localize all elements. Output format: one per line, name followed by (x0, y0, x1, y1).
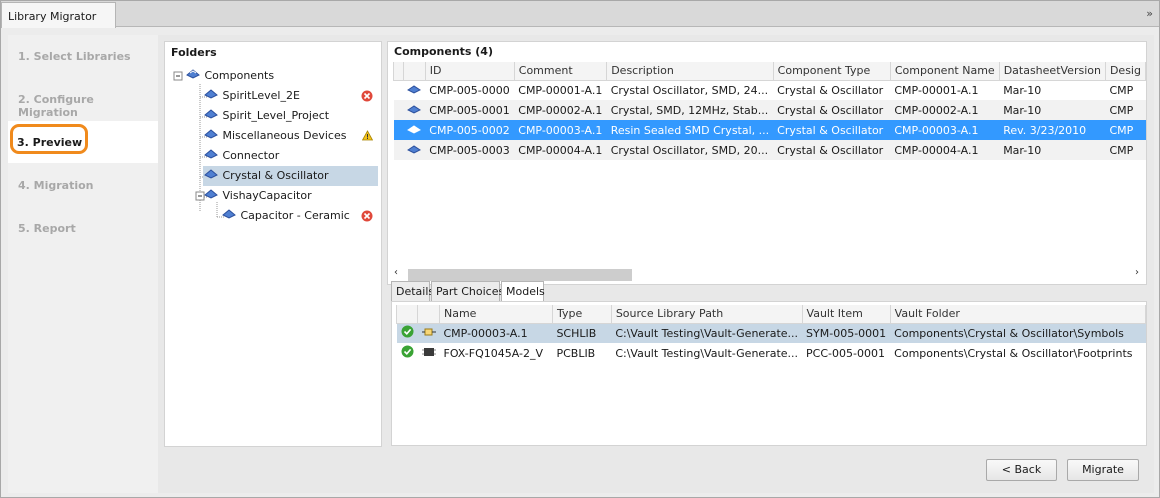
column-header-type[interactable]: Type (551, 305, 612, 324)
components-table: ID Comment Description Component Type Co… (393, 62, 1147, 160)
scroll-right-icon[interactable]: › (1135, 267, 1139, 278)
tree-item-miscellaneous-devices[interactable]: Miscellaneous Devices (203, 126, 346, 146)
component-folder-icon (203, 126, 219, 146)
table-row[interactable]: FOX-FQ1045A-2_V PCBLIB C:\Vault Testing\… (397, 343, 1146, 363)
column-header-vault-folder[interactable]: Vault Folder (889, 305, 1147, 324)
error-icon (361, 210, 373, 225)
double-chevron-icon[interactable]: » (1146, 7, 1153, 20)
column-header-component-name[interactable]: Component Name (889, 62, 1000, 81)
warning-icon (361, 130, 374, 144)
table-row[interactable]: CMP-005-0003 CMP-00004-A.1 Crystal Oscil… (393, 140, 1146, 160)
component-folder-icon (203, 166, 219, 186)
component-folder-icon (203, 186, 219, 206)
component-icon (407, 84, 422, 97)
scrollbar-thumb[interactable] (408, 269, 632, 281)
column-header-model-icon (417, 305, 440, 324)
components-header-row: ID Comment Description Component Type Co… (393, 62, 1147, 81)
component-folder-icon (221, 206, 237, 226)
window-tab[interactable]: Library Migrator (1, 2, 116, 28)
tab-details[interactable]: Details (391, 281, 434, 301)
folders-panel: Folders Components SpiritLevel_2E Spirit… (164, 41, 382, 447)
tree-item-spiritlevel-2e[interactable]: SpiritLevel_2E (203, 86, 300, 106)
component-folder-icon (203, 146, 219, 166)
step-report[interactable]: 5. Report (8, 207, 158, 249)
window-title: Library Migrator (8, 10, 97, 23)
models-table: Name Type Source Library Path Vault Item… (396, 305, 1147, 363)
content-area: Folders Components SpiritLevel_2E Spirit… (158, 35, 1154, 493)
tree-item-crystal-oscillator[interactable]: Crystal & Oscillator (203, 166, 378, 186)
column-header-icon (402, 62, 426, 81)
component-folder-icon (203, 86, 219, 106)
step-migration[interactable]: 4. Migration (8, 164, 158, 206)
column-header-source-library-path[interactable]: Source Library Path (610, 305, 803, 324)
check-icon (401, 325, 414, 341)
schematic-symbol-icon (421, 327, 436, 340)
column-header-id[interactable]: ID (424, 62, 515, 81)
tree-item-spirit-level-project[interactable]: Spirit_Level_Project (203, 106, 329, 126)
column-header-name[interactable]: Name (439, 305, 553, 324)
tree-root-components[interactable]: Components (185, 66, 274, 86)
tree-item-connector[interactable]: Connector (203, 146, 279, 166)
components-panel: Components (4) ID Comment Description Co… (387, 41, 1147, 285)
component-folder-icon (203, 106, 219, 126)
back-button[interactable]: < Back (986, 459, 1057, 481)
models-header-row: Name Type Source Library Path Vault Item… (396, 305, 1147, 324)
tab-models[interactable]: Models (501, 281, 545, 302)
tree-item-capacitor-ceramic[interactable]: Capacitor - Ceramic (221, 206, 350, 226)
component-icon (407, 144, 422, 157)
tree-root-label: Components (204, 69, 275, 82)
column-header-datasheet-version[interactable]: DatasheetVersion (998, 62, 1106, 81)
column-header-status (396, 305, 418, 324)
step-select-libraries[interactable]: 1. Select Libraries (8, 35, 158, 77)
migrate-button[interactable]: Migrate (1067, 459, 1139, 481)
column-header-blank (393, 62, 404, 81)
component-icon (407, 104, 422, 117)
table-row[interactable]: CMP-00003-A.1 SCHLIB C:\Vault Testing\Va… (396, 323, 1146, 343)
step-preview[interactable]: 3. Preview (8, 121, 158, 163)
footprint-chip-icon (421, 347, 436, 361)
table-row-selected[interactable]: CMP-005-0002 CMP-00003-A.1 Resin Sealed … (393, 120, 1146, 140)
table-row[interactable]: CMP-005-0001 CMP-00002-A.1 Crystal, SMD,… (393, 100, 1146, 120)
check-icon (401, 345, 414, 361)
column-header-designator[interactable]: Desig (1104, 62, 1147, 81)
scroll-left-icon[interactable]: ‹ (394, 267, 398, 278)
table-row[interactable]: CMP-005-0000 CMP-00001-A.1 Crystal Oscil… (394, 80, 1146, 100)
step-configure-migration[interactable]: 2. Configure Migration (8, 78, 158, 120)
column-header-component-type[interactable]: Component Type (772, 62, 891, 81)
components-title: Components (4) (394, 45, 493, 58)
column-header-description[interactable]: Description (606, 62, 774, 81)
tree-item-vishaycapacitor[interactable]: VishayCapacitor (203, 186, 312, 206)
library-migrator-window: Library Migrator » 1. Select Libraries 2… (0, 0, 1160, 498)
error-icon (361, 90, 373, 105)
column-header-comment[interactable]: Comment (513, 62, 608, 81)
models-panel: Name Type Source Library Path Vault Item… (391, 301, 1147, 446)
component-icon (407, 124, 422, 137)
tab-part-choices[interactable]: Part Choices (431, 281, 504, 301)
column-header-vault-item[interactable]: Vault Item (801, 305, 891, 324)
steps-sidebar: 1. Select Libraries 2. Configure Migrati… (8, 35, 158, 493)
component-folder-icon (185, 66, 201, 86)
title-bar: Library Migrator » (1, 1, 1159, 28)
